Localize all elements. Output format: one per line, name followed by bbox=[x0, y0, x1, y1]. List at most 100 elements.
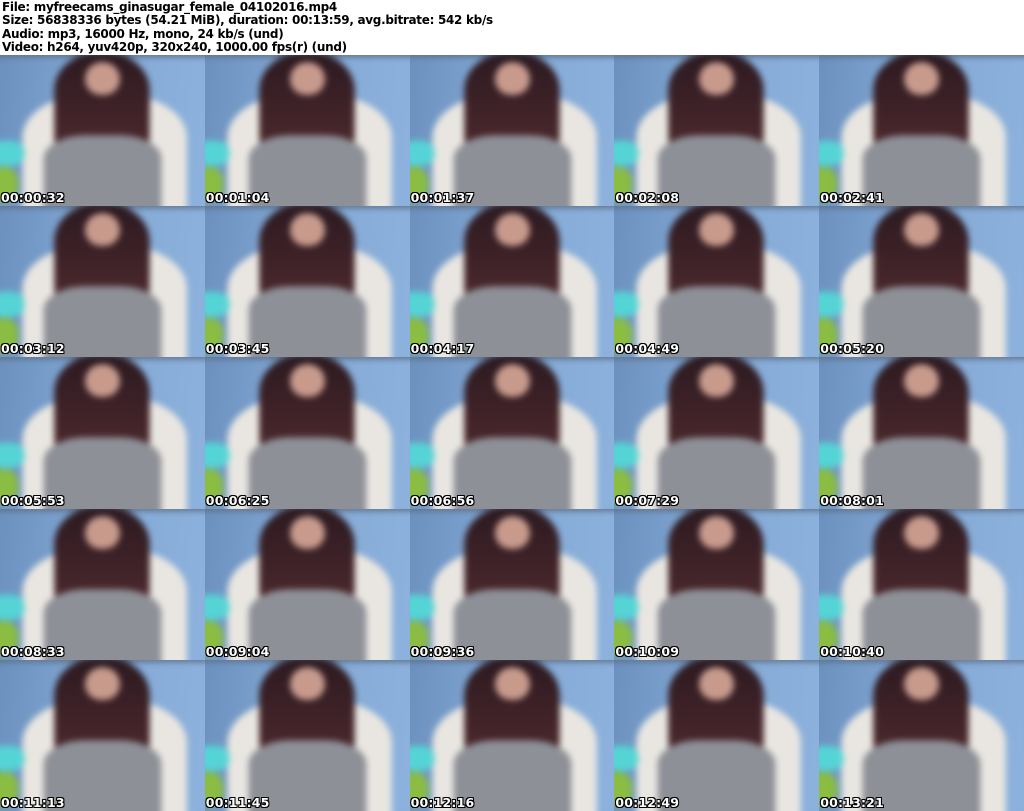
cyan-pillow-shape bbox=[204, 291, 230, 318]
video-thumbnail: 00:11:13 bbox=[0, 659, 205, 811]
file-name-line: File: myfreecams_ginasugar_female_041020… bbox=[2, 0, 337, 14]
timestamp-overlay: 00:03:12 bbox=[1, 341, 65, 357]
video-thumbnail: 00:11:45 bbox=[204, 659, 410, 811]
media-info-header: File: myfreecams_ginasugar_female_041020… bbox=[0, 0, 1024, 55]
thumbnail-placeholder-image bbox=[0, 55, 205, 207]
figure-head-shape bbox=[494, 515, 530, 549]
figure-head-shape bbox=[85, 364, 120, 398]
thumbnail-placeholder-image bbox=[409, 508, 615, 660]
timestamp-overlay: 00:01:37 bbox=[410, 190, 475, 206]
video-thumbnail: 00:01:37 bbox=[409, 55, 615, 207]
cyan-pillow-shape bbox=[819, 744, 844, 771]
cyan-pillow-shape bbox=[204, 140, 230, 166]
video-thumbnail: 00:02:41 bbox=[819, 55, 1024, 207]
thumbnail-placeholder-image bbox=[204, 508, 410, 660]
thumbnail-placeholder-image bbox=[0, 357, 205, 509]
video-thumbnail: 00:04:17 bbox=[409, 206, 615, 358]
video-thumbnail: 00:05:20 bbox=[819, 206, 1024, 358]
timestamp-overlay: 00:04:49 bbox=[615, 341, 680, 357]
video-thumbnail: 00:13:21 bbox=[819, 659, 1024, 811]
thumbnail-placeholder-image bbox=[819, 659, 1024, 811]
video-info-line: Video: h264, yuv420p, 320x240, 1000.00 f… bbox=[2, 40, 347, 55]
cyan-pillow-shape bbox=[409, 140, 434, 166]
thumbnail-placeholder-image bbox=[409, 55, 615, 207]
video-contact-sheet: File: myfreecams_ginasugar_female_041020… bbox=[0, 0, 1024, 811]
figure-head-shape bbox=[289, 212, 325, 247]
figure-head-shape bbox=[699, 666, 735, 701]
thumbnail-placeholder-image bbox=[614, 508, 820, 660]
thumbnail-placeholder-image bbox=[0, 659, 205, 811]
thumbnail-placeholder-image bbox=[0, 206, 205, 358]
timestamp-overlay: 00:05:20 bbox=[820, 341, 884, 357]
video-thumbnail: 00:12:49 bbox=[614, 659, 820, 811]
video-thumbnail: 00:06:56 bbox=[409, 357, 615, 509]
thumbnail-placeholder-image bbox=[819, 357, 1024, 509]
video-thumbnail: 00:05:53 bbox=[0, 357, 205, 509]
figure-head-shape bbox=[289, 364, 325, 398]
cyan-pillow-shape bbox=[0, 442, 25, 469]
timestamp-overlay: 00:00:32 bbox=[1, 190, 65, 206]
figure-head-shape bbox=[494, 666, 530, 701]
figure-head-shape bbox=[699, 515, 735, 549]
thumbnail-placeholder-image bbox=[614, 55, 820, 207]
video-thumbnail: 00:08:01 bbox=[819, 357, 1024, 509]
video-thumbnail: 00:03:12 bbox=[0, 206, 205, 358]
figure-head-shape bbox=[289, 61, 325, 96]
thumbnail-placeholder-image bbox=[614, 357, 820, 509]
figure-head-shape bbox=[904, 212, 939, 247]
figure-head-shape bbox=[699, 61, 735, 96]
timestamp-overlay: 00:03:45 bbox=[205, 341, 270, 357]
cyan-pillow-shape bbox=[0, 291, 25, 318]
video-thumbnail: 00:09:04 bbox=[204, 508, 410, 660]
thumbnail-placeholder-image bbox=[204, 357, 410, 509]
cyan-pillow-shape bbox=[204, 442, 230, 469]
video-thumbnail: 00:00:32 bbox=[0, 55, 205, 207]
cyan-pillow-shape bbox=[614, 442, 639, 469]
timestamp-overlay: 00:13:21 bbox=[820, 794, 884, 810]
cyan-pillow-shape bbox=[204, 593, 230, 620]
timestamp-overlay: 00:04:17 bbox=[410, 341, 475, 357]
figure-head-shape bbox=[85, 212, 120, 247]
cyan-pillow-shape bbox=[0, 140, 25, 166]
audio-info-line: Audio: mp3, 16000 Hz, mono, 24 kb/s (und… bbox=[2, 26, 284, 41]
timestamp-overlay: 00:11:45 bbox=[205, 794, 270, 810]
cyan-pillow-shape bbox=[614, 744, 639, 771]
timestamp-overlay: 00:09:36 bbox=[410, 643, 475, 659]
cyan-pillow-shape bbox=[0, 744, 25, 771]
figure-head-shape bbox=[494, 364, 530, 398]
video-thumbnail: 00:12:16 bbox=[409, 659, 615, 811]
figure-head-shape bbox=[494, 61, 530, 96]
figure-head-shape bbox=[85, 61, 120, 96]
timestamp-overlay: 00:05:53 bbox=[1, 492, 65, 508]
thumbnail-placeholder-image bbox=[409, 659, 615, 811]
thumbnail-placeholder-image bbox=[614, 659, 820, 811]
thumbnail-placeholder-image bbox=[819, 55, 1024, 207]
figure-head-shape bbox=[904, 515, 939, 549]
cyan-pillow-shape bbox=[0, 593, 25, 620]
cyan-pillow-shape bbox=[614, 291, 639, 318]
figure-head-shape bbox=[494, 212, 530, 247]
figure-head-shape bbox=[904, 364, 939, 398]
video-thumbnail: 00:07:29 bbox=[614, 357, 820, 509]
thumbnail-placeholder-image bbox=[204, 659, 410, 811]
video-thumbnail: 00:06:25 bbox=[204, 357, 410, 509]
video-thumbnail: 00:08:33 bbox=[0, 508, 205, 660]
timestamp-overlay: 00:10:40 bbox=[820, 643, 884, 659]
thumbnail-placeholder-image bbox=[819, 508, 1024, 660]
video-thumbnail: 00:03:45 bbox=[204, 206, 410, 358]
timestamp-overlay: 00:07:29 bbox=[615, 492, 680, 508]
figure-head-shape bbox=[904, 61, 939, 96]
figure-head-shape bbox=[289, 666, 325, 701]
cyan-pillow-shape bbox=[409, 291, 434, 318]
thumbnail-placeholder-image bbox=[614, 206, 820, 358]
timestamp-overlay: 00:12:16 bbox=[410, 794, 475, 810]
thumbnail-placeholder-image bbox=[409, 357, 615, 509]
thumbnail-placeholder-image bbox=[204, 55, 410, 207]
cyan-pillow-shape bbox=[819, 593, 844, 620]
timestamp-overlay: 00:08:01 bbox=[820, 492, 884, 508]
video-thumbnail: 00:02:08 bbox=[614, 55, 820, 207]
video-thumbnail: 00:10:40 bbox=[819, 508, 1024, 660]
thumbnail-placeholder-image bbox=[0, 508, 205, 660]
timestamp-overlay: 00:10:09 bbox=[615, 643, 680, 659]
figure-head-shape bbox=[85, 666, 120, 701]
